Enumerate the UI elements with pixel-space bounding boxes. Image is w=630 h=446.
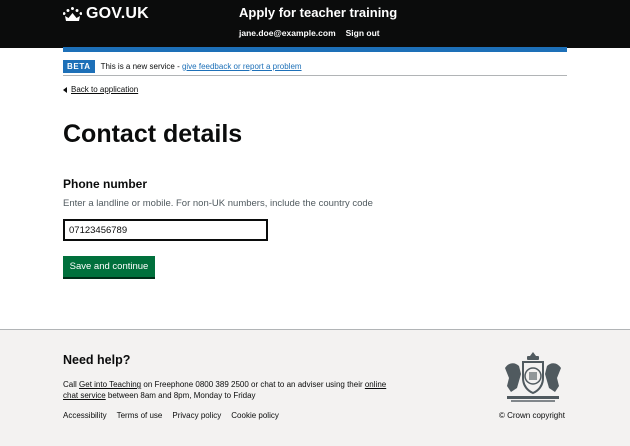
header-nav: jane.doe@example.com Sign out xyxy=(239,28,380,38)
help-text-middle: on Freephone 0800 389 2500 or chat to an… xyxy=(141,380,365,389)
sign-out-link[interactable]: Sign out xyxy=(346,28,380,38)
site-header: GOV.UK Apply for teacher training jane.d… xyxy=(0,0,630,48)
cookie-link[interactable]: Cookie policy xyxy=(231,411,279,420)
help-text-call: Call xyxy=(63,380,80,389)
get-into-teaching-link[interactable]: Get into Teaching xyxy=(79,380,141,389)
account-email-link[interactable]: jane.doe@example.com xyxy=(239,28,336,38)
govuk-logo-link[interactable]: GOV.UK xyxy=(63,4,149,24)
back-link[interactable]: Back to application xyxy=(63,85,138,94)
phone-number-label: Phone number xyxy=(63,177,148,191)
site-footer: Need help? Call Get into Teaching on Fre… xyxy=(0,329,630,446)
privacy-link[interactable]: Privacy policy xyxy=(172,411,221,420)
logo-text: GOV.UK xyxy=(86,5,149,22)
back-link-label: Back to application xyxy=(71,85,139,94)
phase-banner-message: This is a new service - xyxy=(100,61,182,71)
phase-banner-text: This is a new service - give feedback or… xyxy=(101,62,302,71)
phase-banner: BETA This is a new service - give feedba… xyxy=(63,57,567,76)
royal-coat-of-arms-icon xyxy=(505,352,561,402)
crown-icon xyxy=(63,7,82,21)
feedback-link[interactable]: give feedback or report a problem xyxy=(182,62,302,71)
page-title: Contact details xyxy=(63,120,243,148)
need-help-heading: Need help? xyxy=(63,353,131,367)
beta-tag: BETA xyxy=(63,59,95,73)
terms-link[interactable]: Terms of use xyxy=(117,411,163,420)
service-name[interactable]: Apply for teacher training xyxy=(239,5,397,20)
phone-number-input[interactable] xyxy=(63,219,268,241)
footer-links: Accessibility Terms of use Privacy polic… xyxy=(63,411,279,420)
chevron-left-icon xyxy=(63,86,67,93)
crown-copyright[interactable]: © Crown copyright xyxy=(499,411,565,420)
header-blue-bar xyxy=(63,47,567,52)
help-text: Call Get into Teaching on Freephone 0800… xyxy=(63,379,403,401)
phone-number-hint: Enter a landline or mobile. For non-UK n… xyxy=(63,198,373,209)
help-text-hours: between 8am and 8pm, Monday to Friday xyxy=(105,391,256,400)
save-and-continue-button[interactable]: Save and continue xyxy=(63,256,155,277)
accessibility-link[interactable]: Accessibility xyxy=(63,411,107,420)
